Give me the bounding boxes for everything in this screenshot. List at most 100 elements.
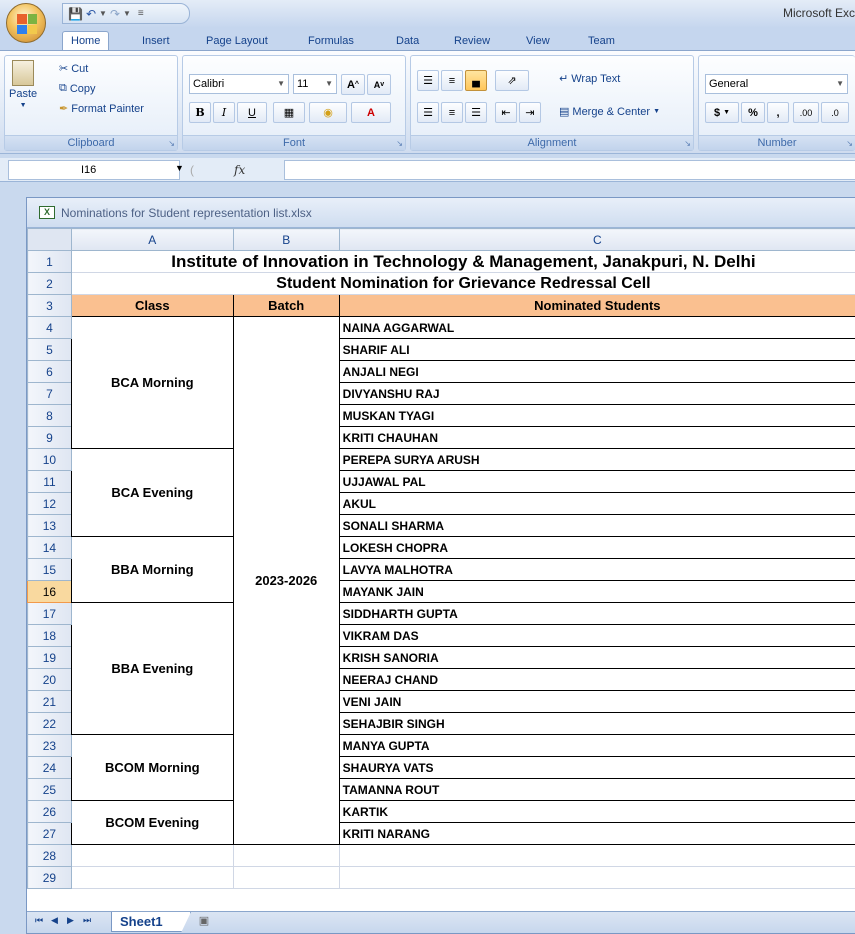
prev-sheet-icon[interactable]: ◀ <box>51 915 58 926</box>
student-cell[interactable]: UJJAWAL PAL <box>338 470 855 493</box>
row-header[interactable]: 6 <box>27 360 72 383</box>
underline-button[interactable]: U <box>237 102 267 123</box>
paste-button[interactable]: Paste ▼ <box>9 60 37 109</box>
row-header[interactable]: 29 <box>27 866 72 889</box>
student-cell[interactable]: NEERAJ CHAND <box>338 668 855 691</box>
tab-home[interactable]: Home <box>62 31 110 51</box>
row-header[interactable]: 28 <box>27 844 72 867</box>
row-header[interactable]: 24 <box>27 756 72 779</box>
align-left-icon[interactable]: ☰ <box>417 102 439 123</box>
student-cell[interactable]: LAVYA MALHOTRA <box>338 558 855 581</box>
empty-cell[interactable] <box>338 844 855 867</box>
student-cell[interactable]: KARTIK <box>338 800 855 823</box>
student-cell[interactable]: SHARIF ALI <box>338 338 855 361</box>
row-header[interactable]: 9 <box>27 426 72 449</box>
grow-font-button[interactable]: A ^ <box>341 74 365 95</box>
student-cell[interactable]: AKUL <box>338 492 855 515</box>
column-header-b[interactable]: B <box>232 228 340 251</box>
insert-sheet-icon[interactable]: ▣ <box>189 914 219 930</box>
undo-icon[interactable]: ↶ <box>86 8 96 20</box>
tab-team[interactable]: Team <box>580 32 623 50</box>
class-cell[interactable]: BCA Morning <box>70 316 234 449</box>
insert-function-icon[interactable]: fx <box>234 163 245 177</box>
merge-center-button[interactable]: ▤ Merge & Center ▼ <box>559 105 660 119</box>
sheet-title[interactable]: Institute of Innovation in Technology & … <box>70 250 855 273</box>
comma-button[interactable]: , <box>767 102 789 123</box>
student-cell[interactable]: SIDDHARTH GUPTA <box>338 602 855 625</box>
student-cell[interactable]: LOKESH CHOPRA <box>338 536 855 559</box>
tab-data[interactable]: Data <box>388 32 427 50</box>
cut-button[interactable]: ✂ Cut <box>59 62 88 76</box>
next-sheet-icon[interactable]: ▶ <box>67 915 74 926</box>
chevron-down-icon[interactable]: ▼ <box>99 9 107 18</box>
row-header[interactable]: 5 <box>27 338 72 361</box>
save-icon[interactable]: 💾 <box>68 8 83 20</box>
tab-review[interactable]: Review <box>446 32 498 50</box>
student-cell[interactable]: ANJALI NEGI <box>338 360 855 383</box>
header-batch[interactable]: Batch <box>232 294 340 317</box>
row-header[interactable]: 4 <box>27 316 72 339</box>
row-header[interactable]: 3 <box>27 294 72 317</box>
class-cell[interactable]: BCOM Morning <box>70 734 234 801</box>
row-header[interactable]: 1 <box>27 250 72 273</box>
student-cell[interactable]: VIKRAM DAS <box>338 624 855 647</box>
font-size-select[interactable]: 11 ▼ <box>293 74 337 94</box>
align-center-icon[interactable]: ≡ <box>441 102 463 123</box>
decrease-indent-icon[interactable]: ⇤ <box>495 102 517 123</box>
align-top-icon[interactable]: ☰ <box>417 70 439 91</box>
copy-button[interactable]: ⧉ Copy <box>59 82 96 95</box>
currency-button[interactable]: $ ▼ <box>705 102 739 123</box>
align-bottom-icon[interactable]: ▄ <box>465 70 487 91</box>
row-header[interactable]: 18 <box>27 624 72 647</box>
chevron-down-icon[interactable]: ▼ <box>175 163 184 173</box>
student-cell[interactable]: MANYA GUPTA <box>338 734 855 757</box>
row-header[interactable]: 10 <box>27 448 72 471</box>
redo-icon[interactable]: ↷ <box>110 8 120 20</box>
header-class[interactable]: Class <box>70 294 234 317</box>
student-cell[interactable]: NAINA AGGARWAL <box>338 316 855 339</box>
batch-cell[interactable]: 2023-2026 <box>232 316 340 845</box>
student-cell[interactable]: SONALI SHARMA <box>338 514 855 537</box>
student-cell[interactable]: KRITI NARANG <box>338 822 855 845</box>
tab-insert[interactable]: Insert <box>134 32 178 50</box>
font-color-icon[interactable]: A <box>351 102 391 123</box>
dialog-launcher-icon[interactable]: ↘ <box>168 139 175 148</box>
student-cell[interactable]: MUSKAN TYAGI <box>338 404 855 427</box>
dialog-launcher-icon[interactable]: ↘ <box>396 139 403 148</box>
dialog-launcher-icon[interactable]: ↘ <box>684 139 691 148</box>
tab-view[interactable]: View <box>518 32 558 50</box>
decrease-decimal-button[interactable]: .0 <box>821 102 849 123</box>
select-all-corner[interactable] <box>27 228 72 251</box>
align-middle-icon[interactable]: ≡ <box>441 70 463 91</box>
row-header[interactable]: 19 <box>27 646 72 669</box>
class-cell[interactable]: BBA Evening <box>70 602 234 735</box>
chevron-down-icon[interactable]: ▼ <box>123 9 131 18</box>
customize-qat-icon[interactable]: ≡ <box>138 8 144 19</box>
formula-input[interactable] <box>284 160 855 180</box>
row-header[interactable]: 20 <box>27 668 72 691</box>
student-cell[interactable]: VENI JAIN <box>338 690 855 713</box>
fill-color-icon[interactable]: ◉ <box>309 102 347 123</box>
row-header[interactable]: 21 <box>27 690 72 713</box>
row-header[interactable]: 11 <box>27 470 72 493</box>
align-right-icon[interactable]: ☰ <box>465 102 487 123</box>
row-header[interactable]: 8 <box>27 404 72 427</box>
row-header[interactable]: 15 <box>27 558 72 581</box>
row-header[interactable]: 16 <box>27 580 72 603</box>
first-sheet-icon[interactable]: ⏮ <box>35 915 43 926</box>
orientation-icon[interactable]: ⇗ <box>495 70 529 91</box>
name-box[interactable]: I16 <box>8 160 180 180</box>
row-header[interactable]: 27 <box>27 822 72 845</box>
student-cell[interactable]: KRITI CHAUHAN <box>338 426 855 449</box>
student-cell[interactable]: MAYANK JAIN <box>338 580 855 603</box>
number-format-select[interactable]: General ▼ <box>705 74 848 94</box>
header-nominated-students[interactable]: Nominated Students <box>338 294 855 317</box>
student-cell[interactable]: KRISH SANORIA <box>338 646 855 669</box>
empty-cell[interactable] <box>232 844 340 867</box>
row-header[interactable]: 7 <box>27 382 72 405</box>
borders-icon[interactable]: ▦ <box>273 102 305 123</box>
tab-formulas[interactable]: Formulas <box>300 32 362 50</box>
class-cell[interactable]: BCOM Evening <box>70 800 234 845</box>
empty-cell[interactable] <box>70 866 234 889</box>
student-cell[interactable]: SHAURYA VATS <box>338 756 855 779</box>
